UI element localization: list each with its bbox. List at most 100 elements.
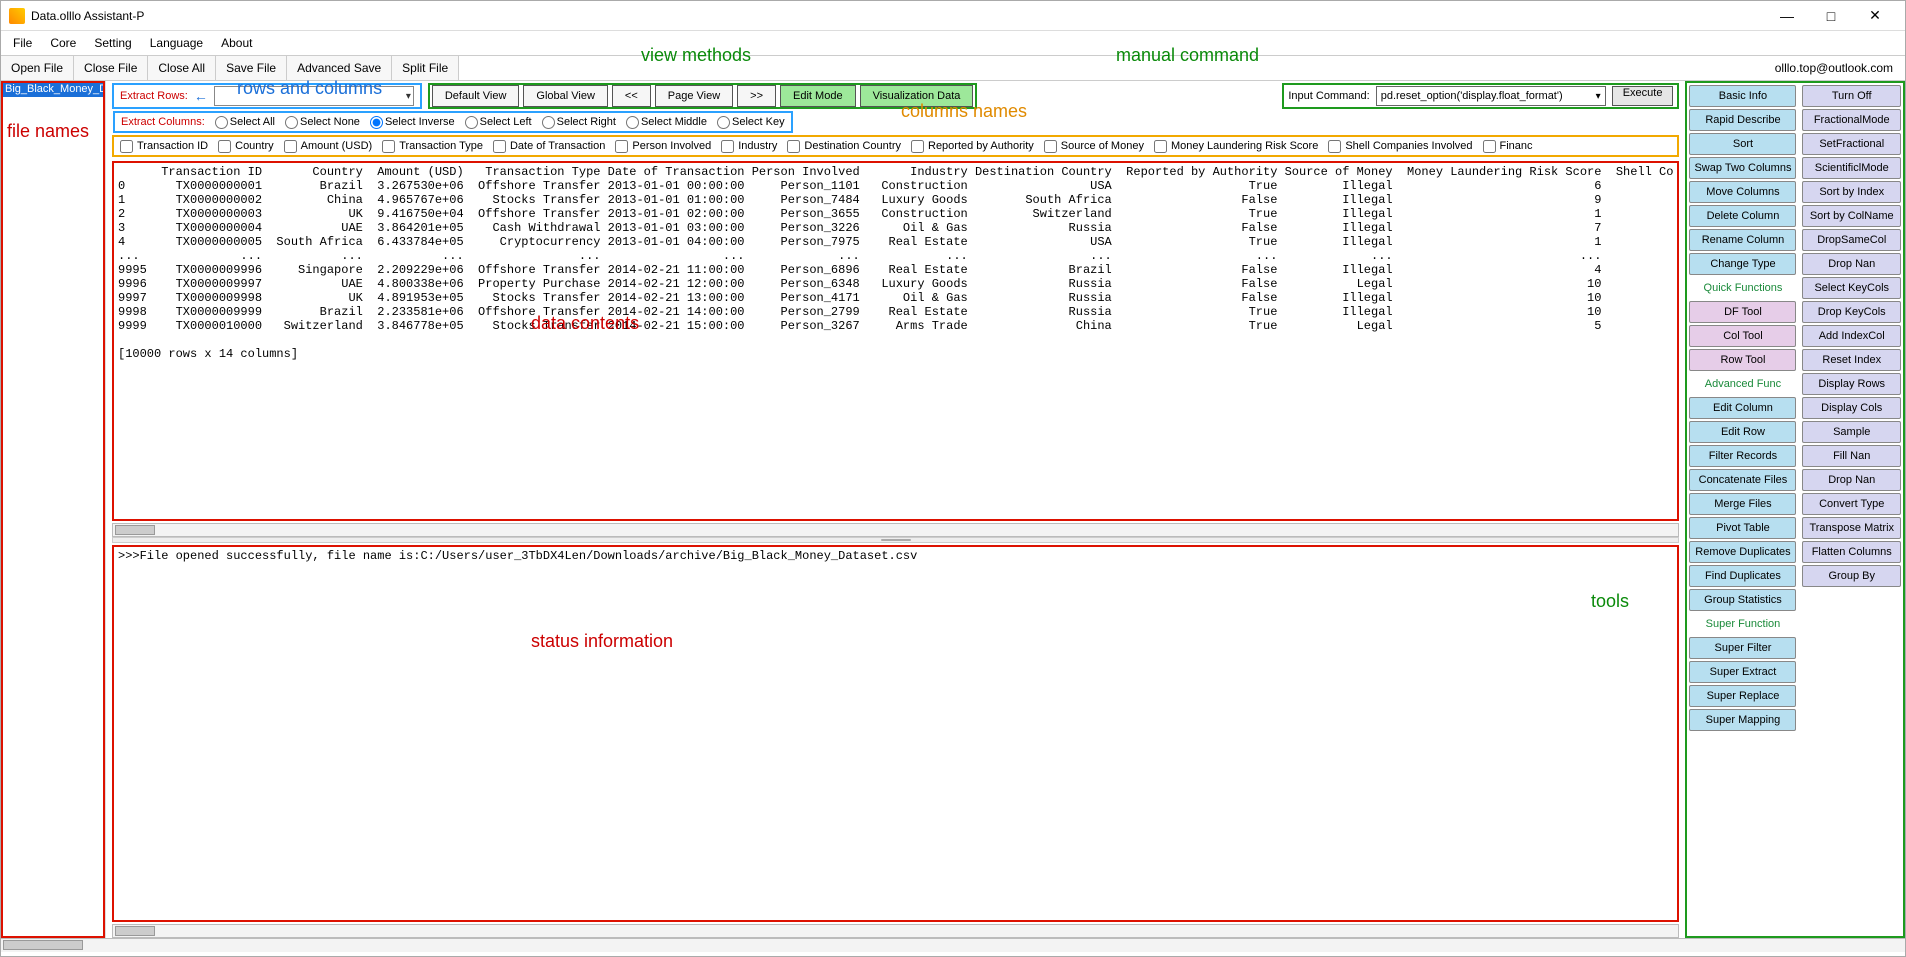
minimize-button[interactable]: — — [1765, 2, 1809, 30]
app-icon — [9, 8, 25, 24]
command-input[interactable]: pd.reset_option('display.float_format') … — [1376, 86, 1606, 106]
tool-rename-column[interactable]: Rename Column — [1689, 229, 1796, 251]
tool-rapid-describe[interactable]: Rapid Describe — [1689, 109, 1796, 131]
command-input-text: pd.reset_option('display.float_format') — [1381, 90, 1563, 102]
select-mode-select-middle[interactable]: Select Middle — [626, 116, 707, 129]
tool-edit-column[interactable]: Edit Column — [1689, 397, 1796, 419]
window-hscroll[interactable] — [1, 938, 1905, 952]
tool-convert-type[interactable]: Convert Type — [1802, 493, 1901, 515]
column-industry[interactable]: Industry — [721, 140, 777, 153]
column-transaction-type[interactable]: Transaction Type — [382, 140, 483, 153]
tool-df-tool[interactable]: DF Tool — [1689, 301, 1796, 323]
status-hscroll[interactable] — [112, 924, 1679, 938]
toolbar-save-file[interactable]: Save File — [216, 56, 287, 80]
data-hscroll[interactable] — [112, 523, 1679, 537]
tool-scientificlmode[interactable]: ScientificlMode — [1802, 157, 1901, 179]
tool-sort-by-index[interactable]: Sort by Index — [1802, 181, 1901, 203]
column-destination-country[interactable]: Destination Country — [787, 140, 901, 153]
view-page-view[interactable]: Page View — [655, 85, 733, 107]
column-date-of-transaction[interactable]: Date of Transaction — [493, 140, 605, 153]
tool-basic-info[interactable]: Basic Info — [1689, 85, 1796, 107]
status-area[interactable]: >>>File opened successfully, file name i… — [112, 545, 1679, 922]
tool-move-columns[interactable]: Move Columns — [1689, 181, 1796, 203]
column-country[interactable]: Country — [218, 140, 274, 153]
select-mode-select-all[interactable]: Select All — [215, 116, 275, 129]
tool-super-mapping[interactable]: Super Mapping — [1689, 709, 1796, 731]
tool-fractionalmode[interactable]: FractionalMode — [1802, 109, 1901, 131]
tool-swap-two-columns[interactable]: Swap Two Columns — [1689, 157, 1796, 179]
maximize-button[interactable]: □ — [1809, 2, 1853, 30]
tool-super-extract[interactable]: Super Extract — [1689, 661, 1796, 683]
menu-core[interactable]: Core — [50, 36, 76, 50]
tool-group-by[interactable]: Group By — [1802, 565, 1901, 587]
tool-turn-off[interactable]: Turn Off — [1802, 85, 1901, 107]
tool-setfractional[interactable]: SetFractional — [1802, 133, 1901, 155]
view--[interactable]: << — [612, 85, 651, 107]
tool-delete-column[interactable]: Delete Column — [1689, 205, 1796, 227]
tool-change-type[interactable]: Change Type — [1689, 253, 1796, 275]
tool-display-rows[interactable]: Display Rows — [1802, 373, 1901, 395]
file-item[interactable]: Big_Black_Money_Dat — [1, 81, 105, 97]
column-shell-companies-involved[interactable]: Shell Companies Involved — [1328, 140, 1472, 153]
tool-merge-files[interactable]: Merge Files — [1689, 493, 1796, 515]
tool-display-cols[interactable]: Display Cols — [1802, 397, 1901, 419]
view-default-view[interactable]: Default View — [432, 85, 520, 107]
tool-drop-keycols[interactable]: Drop KeyCols — [1802, 301, 1901, 323]
menu-about[interactable]: About — [221, 36, 252, 50]
column-amount-usd-[interactable]: Amount (USD) — [284, 140, 373, 153]
column-reported-by-authority[interactable]: Reported by Authority — [911, 140, 1034, 153]
menu-file[interactable]: File — [13, 36, 32, 50]
tool-drop-nan[interactable]: Drop Nan — [1802, 469, 1901, 491]
view-edit-mode[interactable]: Edit Mode — [780, 85, 856, 107]
menu-setting[interactable]: Setting — [94, 36, 131, 50]
column-source-of-money[interactable]: Source of Money — [1044, 140, 1144, 153]
view-global-view[interactable]: Global View — [523, 85, 608, 107]
view--[interactable]: >> — [737, 85, 776, 107]
column-transaction-id[interactable]: Transaction ID — [120, 140, 208, 153]
tool-row-tool[interactable]: Row Tool — [1689, 349, 1796, 371]
tool-pivot-table[interactable]: Pivot Table — [1689, 517, 1796, 539]
column-money-laundering-risk-score[interactable]: Money Laundering Risk Score — [1154, 140, 1318, 153]
view-visualization-data[interactable]: Visualization Data — [860, 85, 974, 107]
column-person-involved[interactable]: Person Involved — [615, 140, 711, 153]
tool-sort[interactable]: Sort — [1689, 133, 1796, 155]
select-mode-select-inverse[interactable]: Select Inverse — [370, 116, 455, 129]
tool-remove-duplicates[interactable]: Remove Duplicates — [1689, 541, 1796, 563]
toolbar-split-file[interactable]: Split File — [392, 56, 459, 80]
toolbar-advanced-save[interactable]: Advanced Save — [287, 56, 392, 80]
tool-sample[interactable]: Sample — [1802, 421, 1901, 443]
select-mode-select-left[interactable]: Select Left — [465, 116, 532, 129]
tool-drop-nan[interactable]: Drop Nan — [1802, 253, 1901, 275]
toolbar-open-file[interactable]: Open File — [1, 56, 74, 80]
tool-flatten-columns[interactable]: Flatten Columns — [1802, 541, 1901, 563]
tool-add-indexcol[interactable]: Add IndexCol — [1802, 325, 1901, 347]
tool-filter-records[interactable]: Filter Records — [1689, 445, 1796, 467]
menu-language[interactable]: Language — [150, 36, 203, 50]
tool-fill-nan[interactable]: Fill Nan — [1802, 445, 1901, 467]
toolbar-close-all[interactable]: Close All — [148, 56, 216, 80]
tool-concatenate-files[interactable]: Concatenate Files — [1689, 469, 1796, 491]
close-button[interactable]: ✕ — [1853, 2, 1897, 30]
command-label: Input Command: — [1288, 90, 1369, 102]
execute-button[interactable]: Execute — [1612, 86, 1674, 106]
tool-select-keycols[interactable]: Select KeyCols — [1802, 277, 1901, 299]
toolbar-close-file[interactable]: Close File — [74, 56, 148, 80]
select-mode-select-key[interactable]: Select Key — [717, 116, 785, 129]
tool-find-duplicates[interactable]: Find Duplicates — [1689, 565, 1796, 587]
select-mode-select-none[interactable]: Select None — [285, 116, 360, 129]
tool-group-statistics[interactable]: Group Statistics — [1689, 589, 1796, 611]
select-mode-select-right[interactable]: Select Right — [542, 116, 616, 129]
tool-transpose-matrix[interactable]: Transpose Matrix — [1802, 517, 1901, 539]
data-area[interactable]: Transaction ID Country Amount (USD) Tran… — [112, 161, 1679, 521]
tool-reset-index[interactable]: Reset Index — [1802, 349, 1901, 371]
tool-super-replace[interactable]: Super Replace — [1689, 685, 1796, 707]
tool-super-filter[interactable]: Super Filter — [1689, 637, 1796, 659]
extract-rows-group: Extract Rows: ← ▾ — [112, 83, 422, 109]
tool-edit-row[interactable]: Edit Row — [1689, 421, 1796, 443]
column-financ[interactable]: Financ — [1483, 140, 1533, 153]
tool-sort-by-colname[interactable]: Sort by ColName — [1802, 205, 1901, 227]
extract-rows-combo[interactable]: ▾ — [214, 86, 414, 106]
tool-col-tool[interactable]: Col Tool — [1689, 325, 1796, 347]
splitter[interactable] — [112, 537, 1679, 543]
tool-dropsamecol[interactable]: DropSameCol — [1802, 229, 1901, 251]
